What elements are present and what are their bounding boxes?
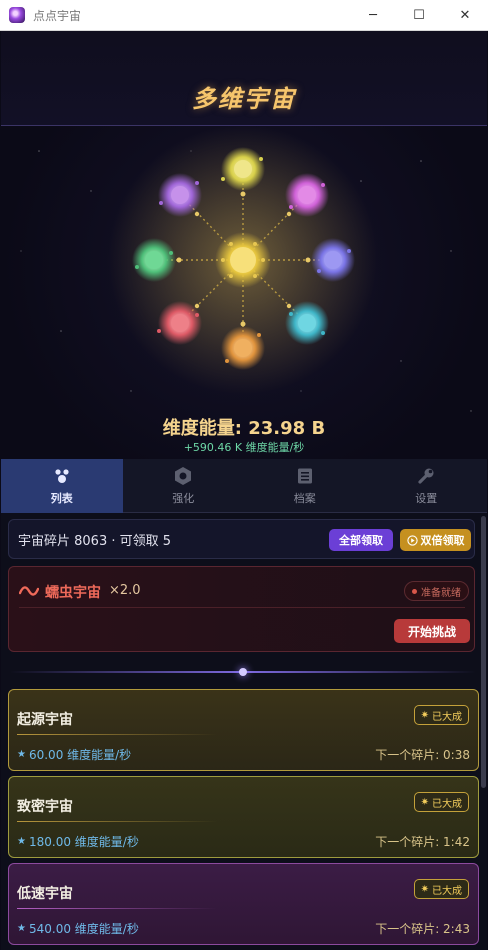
maximize-button[interactable]: ☐ [396,0,442,31]
section-divider-dot [239,668,247,676]
wrench-icon [416,466,436,486]
tab-enhance[interactable]: 强化 [123,459,245,513]
multiverse-panel: 多维宇宙 维度能量: 23.98 B +590.46 K 维度能量/秒 [1,31,487,459]
boss-name: 蠕虫宇宙 [45,585,101,601]
universe-rate-value: 60.00 维度能量/秒 [28,748,132,762]
window-title: 点点宇宙 [33,8,82,23]
universe-name: 起源宇宙 [17,712,73,728]
start-challenge-button[interactable]: 开始挑战 [394,619,470,643]
next-shard-timer: 下一个碎片: 2:43 [375,922,470,936]
next-shard-timer: 下一个碎片: 0:38 [375,748,470,762]
universe-rate-value: 180.00 维度能量/秒 [28,835,139,849]
universe-rate: ★ 180.00 维度能量/秒 [17,833,139,850]
sparkle-icon: ✷ [420,883,429,895]
tab-archive-label: 档案 [293,492,316,505]
worm-icon [19,586,39,596]
universe-card[interactable]: 起源宇宙 ✷ 已大成 ★ 60.00 维度能量/秒 下一个碎片: 0:38 [8,689,479,771]
universe-rate-value: 540.00 维度能量/秒 [28,922,139,936]
next-shard-timer: 下一个碎片: 1:42 [375,835,470,849]
sparkle-icon: ✷ [420,709,429,721]
hex-gear-icon [173,466,193,486]
completed-badge: ✷ 已大成 [413,792,469,812]
tab-list-label: 列表 [50,492,73,505]
completed-badge-label: 已大成 [432,798,462,810]
tab-archive[interactable]: 档案 [244,459,366,513]
status-text: 准备就绪 [421,587,461,599]
shard-count: 宇宙碎片 8063 · 可领取 5 [18,533,172,549]
main-tabs: 列表 强化 档案 设置 [1,459,487,513]
window-titlebar: 点点宇宙 ─ ☐ ✕ [0,0,488,31]
window-controls: ─ ☐ ✕ [350,0,488,31]
tab-enhance-label: 强化 [172,492,195,505]
dimension-energy-total: 维度能量: 23.98 B [162,418,326,439]
star-icon: ★ [17,923,26,934]
completed-badge: ✷ 已大成 [413,879,469,899]
orbit-icon [52,466,72,486]
star-icon: ★ [17,749,26,760]
universe-card[interactable]: 致密宇宙 ✷ 已大成 ★ 180.00 维度能量/秒 下一个碎片: 1:42 [8,776,479,858]
divider [17,908,217,909]
play-circle-icon [406,534,418,546]
star-icon: ★ [17,836,26,847]
universe-rate: ★ 60.00 维度能量/秒 [17,746,131,763]
close-button[interactable]: ✕ [442,0,488,31]
tab-list[interactable]: 列表 [1,459,123,513]
divider [17,734,217,735]
divider [19,607,465,608]
claim-all-button[interactable]: 全部领取 [329,529,393,551]
page-title: 多维宇宙 [192,85,296,113]
tab-settings-label: 设置 [415,492,438,505]
completed-badge-label: 已大成 [432,885,462,897]
boss-multiplier: ×2.0 [109,583,141,598]
universe-rate: ★ 540.00 维度能量/秒 [17,920,139,937]
boss-card: 蠕虫宇宙 ×2.0 准备就绪 开始挑战 [8,566,475,652]
claim-double-label: 双倍领取 [420,534,465,547]
list-scrollbar[interactable] [481,516,486,788]
dimension-energy-rate: +590.46 K 维度能量/秒 [183,441,305,454]
status-dot-icon [412,588,417,594]
tab-settings[interactable]: 设置 [366,459,488,513]
claim-double-button[interactable]: 双倍领取 [400,529,471,551]
universe-name: 致密宇宙 [17,799,73,815]
app-logo-icon [9,7,25,23]
sparkle-icon: ✷ [420,796,429,808]
completed-badge-label: 已大成 [432,711,462,723]
divider [17,821,217,822]
archive-icon [295,466,315,486]
status-badge: 准备就绪 [404,581,469,601]
universe-card[interactable]: 低速宇宙 ✷ 已大成 ★ 540.00 维度能量/秒 下一个碎片: 2:43 [8,863,479,945]
minimize-button[interactable]: ─ [350,0,396,31]
completed-badge: ✷ 已大成 [413,705,469,725]
shard-bar: 宇宙碎片 8063 · 可领取 5 全部领取 双倍领取 [8,519,475,559]
universe-name: 低速宇宙 [17,886,73,902]
